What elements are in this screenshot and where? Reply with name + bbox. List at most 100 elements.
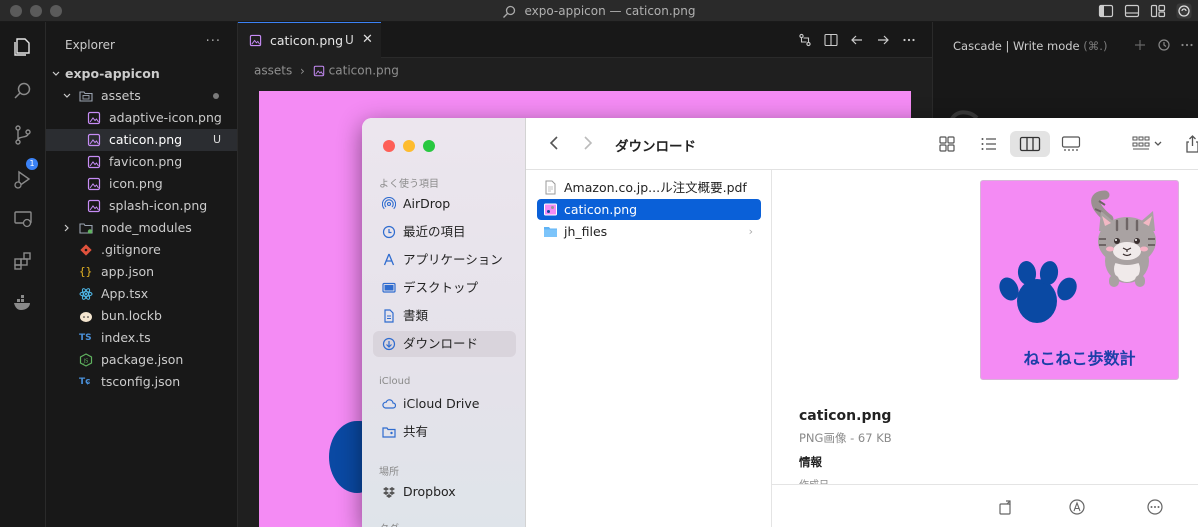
tree-file-gitignore[interactable]: .gitignore	[46, 239, 237, 261]
pdf-file-icon	[545, 180, 556, 195]
file-label: bun.lockb	[101, 308, 162, 323]
markup-icon[interactable]	[1068, 498, 1086, 516]
tree-file-icon[interactable]: icon.png	[46, 173, 237, 195]
cascade-title: Cascade | Write mode (⌘.)	[953, 39, 1107, 53]
image-file-icon	[87, 177, 101, 191]
image-file-icon	[249, 34, 262, 47]
sidebar-item-dropbox[interactable]: Dropbox	[373, 479, 516, 505]
tab-label: caticon.png	[270, 33, 344, 48]
bun-icon	[80, 312, 92, 322]
split-editor-icon[interactable]	[824, 33, 838, 47]
png-file-icon	[544, 203, 557, 216]
breadcrumb-file[interactable]: caticon.png	[329, 64, 399, 78]
share-icon[interactable]	[1184, 133, 1198, 155]
file-name: caticon.png	[564, 202, 638, 217]
sidebar-item-label: 共有	[403, 424, 429, 439]
tsconfig-icon: Tɕ	[79, 377, 91, 387]
tree-file-tsconfig-json[interactable]: Tɕ tsconfig.json	[46, 371, 237, 393]
node-modules-label: node_modules	[101, 220, 192, 235]
tree-file-index-ts[interactable]: TS index.ts	[46, 327, 237, 349]
file-row-jh-files[interactable]: jh_files ›	[537, 221, 761, 242]
tree-file-package-json[interactable]: JS package.json	[46, 349, 237, 371]
explorer-files-icon[interactable]	[12, 36, 34, 58]
group-by-icon[interactable]	[1130, 133, 1166, 155]
untracked-status: U	[212, 133, 221, 146]
sidebar-item-downloads[interactable]: ダウンロード	[373, 331, 516, 357]
rotate-left-icon[interactable]	[997, 498, 1015, 516]
tree-file-caticon[interactable]: caticon.png U	[46, 129, 237, 151]
column-view-button[interactable]	[1010, 131, 1050, 157]
customize-layout-icon[interactable]	[1150, 3, 1166, 19]
search-activity-icon[interactable]	[12, 80, 34, 102]
column-view-icon	[1019, 136, 1041, 152]
gallery-view-icon[interactable]	[1060, 133, 1082, 155]
finder-window: よく使う項目 AirDrop 最近の項目 アプリケーション デスクトップ 書類	[362, 118, 1198, 527]
file-label: splash-icon.png	[109, 198, 208, 213]
more-actions-icon[interactable]	[902, 33, 916, 47]
windsurf-icon[interactable]	[1176, 3, 1192, 19]
tree-file-splash-icon[interactable]: splash-icon.png	[46, 195, 237, 217]
sidebar-item-documents[interactable]: 書類	[373, 303, 516, 329]
icon-view-icon[interactable]	[936, 133, 958, 155]
tree-node-modules-folder[interactable]: node_modules	[46, 217, 237, 239]
run-debug-icon[interactable]	[12, 168, 34, 190]
file-label: index.ts	[101, 330, 151, 345]
close-tab-button[interactable]: ✕	[362, 32, 373, 47]
image-file-icon	[87, 199, 101, 213]
preview-created-label: 作成日	[799, 476, 829, 484]
finder-minimize-button[interactable]	[403, 140, 415, 152]
window-title[interactable]: expo-appicon — caticon.png	[0, 0, 1198, 22]
tree-assets-folder[interactable]: assets	[46, 85, 237, 107]
finder-close-button[interactable]	[383, 140, 395, 152]
sidebar-item-recents[interactable]: 最近の項目	[373, 219, 516, 245]
file-name: Amazon.co.jp...ル注文概要.pdf	[564, 180, 747, 195]
assets-folder-label: assets	[101, 88, 141, 103]
folder-icon	[544, 227, 557, 237]
breadcrumb-assets[interactable]: assets	[254, 64, 292, 78]
tree-file-favicon[interactable]: favicon.png	[46, 151, 237, 173]
history-icon[interactable]	[1157, 38, 1171, 52]
source-control-icon[interactable]	[12, 124, 34, 146]
plus-icon[interactable]	[1133, 38, 1147, 52]
more-actions-icon[interactable]	[1180, 38, 1194, 52]
open-changes-icon[interactable]	[798, 33, 812, 47]
tree-file-adaptive-icon[interactable]: adaptive-icon.png	[46, 107, 237, 129]
sidebar-item-shared[interactable]: 共有	[373, 419, 516, 445]
finder-toolbar: ダウンロード	[526, 118, 1198, 170]
sidebar-item-applications[interactable]: アプリケーション	[373, 247, 516, 273]
docker-icon[interactable]	[12, 292, 34, 314]
cat-and-paw-illustration	[999, 190, 1156, 323]
sidebar-item-label: 書類	[403, 308, 429, 323]
more-options-icon[interactable]	[1146, 498, 1164, 516]
remote-explorer-icon[interactable]	[12, 208, 34, 230]
explorer-more-button[interactable]: ···	[206, 34, 221, 49]
list-view-icon[interactable]	[978, 133, 1000, 155]
tree-file-bun-lockb[interactable]: bun.lockb	[46, 305, 237, 327]
chevron-right-icon	[584, 136, 593, 150]
file-row-amazon-pdf[interactable]: Amazon.co.jp...ル注文概要.pdf	[537, 177, 761, 198]
react-icon	[79, 288, 93, 300]
extensions-icon[interactable]	[12, 250, 34, 272]
file-name: jh_files	[564, 224, 608, 239]
sidebar-section-favorites: よく使う項目	[379, 179, 439, 190]
tree-root-folder[interactable]: expo-appicon	[46, 63, 237, 85]
file-label: caticon.png	[109, 132, 183, 147]
tab-caticon[interactable]: caticon.png U ✕	[238, 22, 381, 58]
tree-file-app-json[interactable]: {} app.json	[46, 261, 237, 283]
sidebar-item-airdrop[interactable]: AirDrop	[373, 191, 516, 217]
arrow-right-icon[interactable]	[876, 33, 890, 47]
breadcrumb-separator: ›	[300, 63, 305, 78]
sidebar-section-tags: タグ	[379, 520, 399, 527]
sidebar-item-desktop[interactable]: デスクトップ	[373, 275, 516, 301]
finder-zoom-button[interactable]	[423, 140, 435, 152]
toggle-sidebar-icon[interactable]	[1098, 3, 1114, 19]
sidebar-item-icloud-drive[interactable]: iCloud Drive	[373, 391, 516, 417]
preview-file-name: caticon.png	[799, 408, 892, 424]
node-folder-icon	[79, 223, 93, 234]
back-button[interactable]	[548, 135, 560, 154]
file-row-caticon[interactable]: caticon.png	[537, 199, 761, 220]
arrow-left-icon[interactable]	[850, 33, 864, 47]
forward-button[interactable]	[582, 135, 594, 154]
tree-file-app-tsx[interactable]: App.tsx	[46, 283, 237, 305]
toggle-panel-icon[interactable]	[1124, 3, 1140, 19]
